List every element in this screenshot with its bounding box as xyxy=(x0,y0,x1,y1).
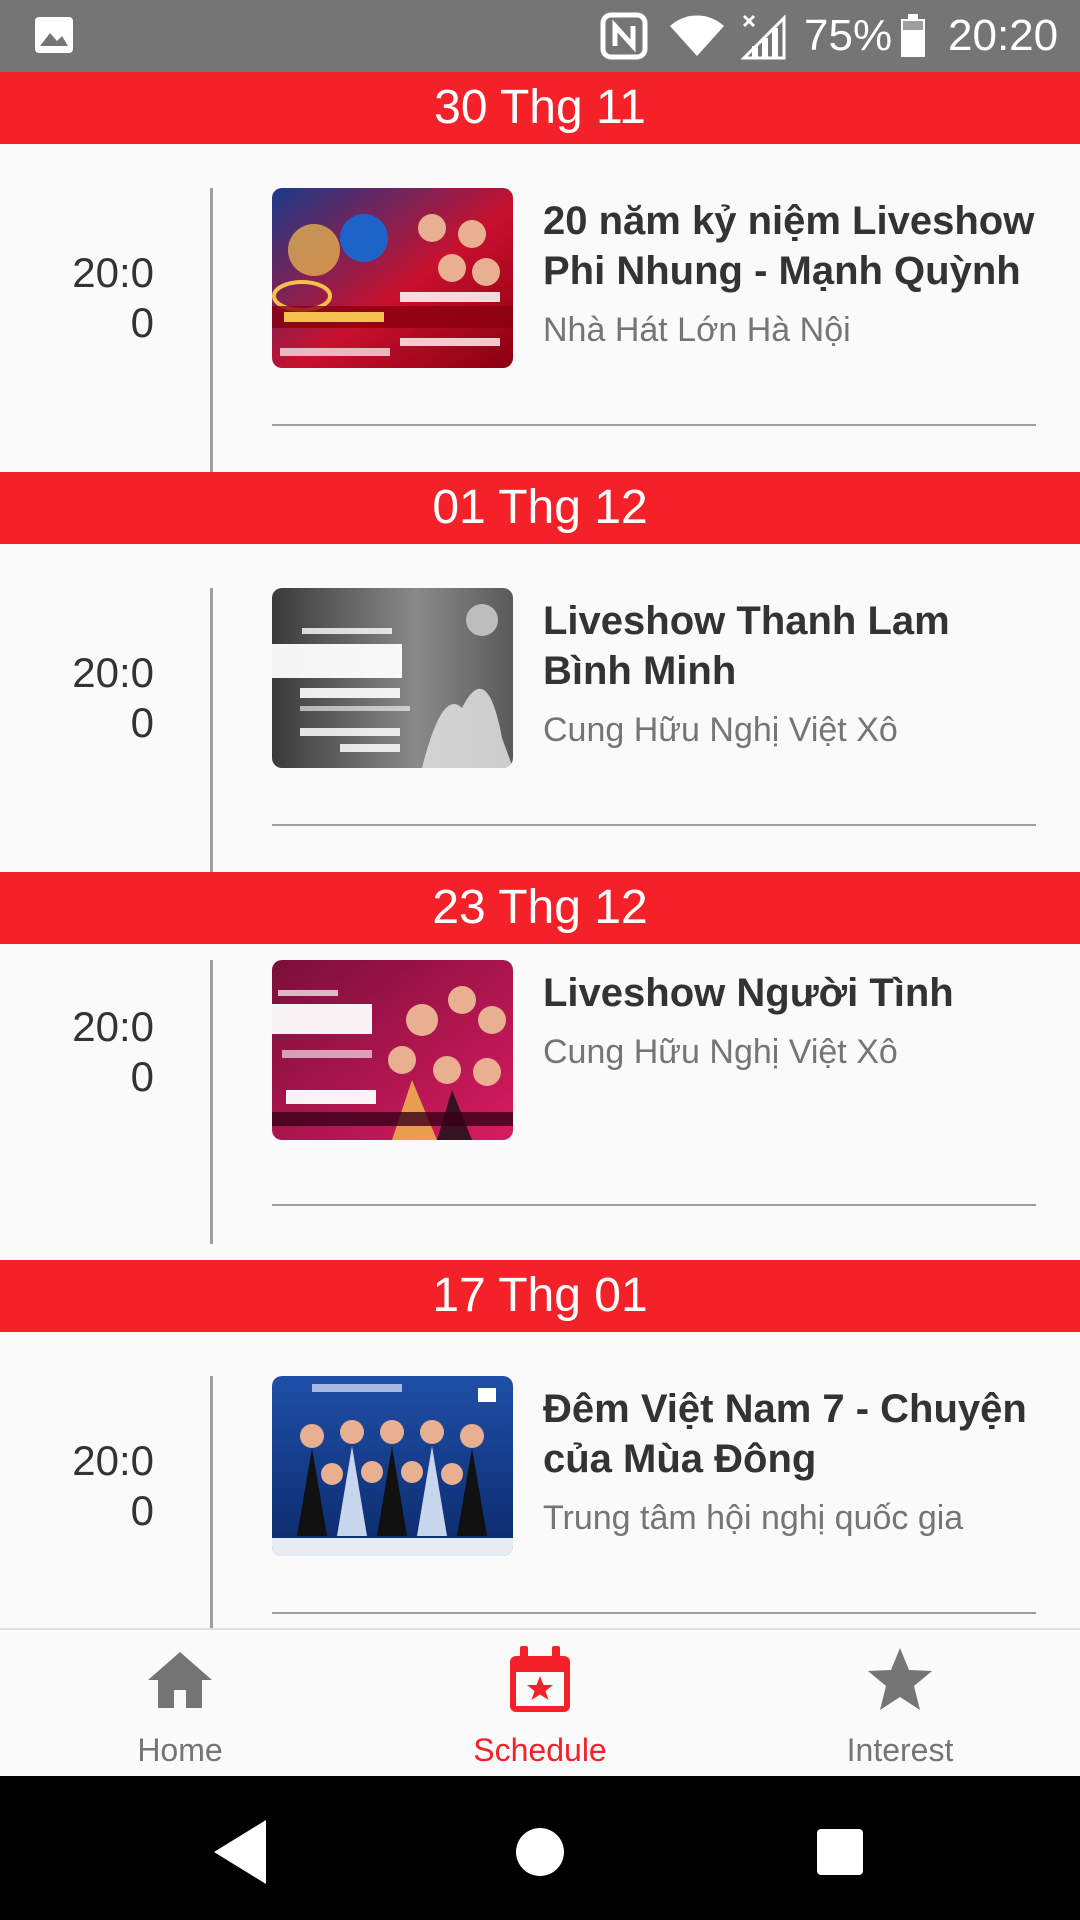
recents-icon[interactable] xyxy=(800,1812,880,1892)
event-poster[interactable] xyxy=(272,588,513,768)
divider xyxy=(272,424,1036,426)
bottom-navigation: Home Schedule Interest xyxy=(0,1628,1080,1776)
event-item[interactable]: 20:0 0 xyxy=(0,1332,1080,1628)
clock: 20:20 xyxy=(948,11,1059,60)
nav-interest[interactable]: Interest xyxy=(720,1630,1080,1778)
timeline-line xyxy=(210,188,213,472)
calendar-star-icon xyxy=(510,1646,570,1712)
back-icon[interactable] xyxy=(200,1812,280,1892)
divider xyxy=(272,824,1036,826)
event-title: Liveshow Thanh Lam Bình Minh xyxy=(543,599,950,693)
date-header: 23 Thg 12 xyxy=(0,872,1080,944)
date-header: 17 Thg 01 xyxy=(0,1260,1080,1332)
event-poster[interactable] xyxy=(272,1376,513,1556)
battery-percent: 75% xyxy=(804,11,893,60)
timeline-line xyxy=(210,1376,213,1628)
event-venue: Trung tâm hội nghị quốc gia xyxy=(543,1499,964,1537)
event-item[interactable]: 20:0 0 xyxy=(0,144,1080,472)
star-icon xyxy=(868,1648,932,1710)
nav-home-label: Home xyxy=(137,1732,223,1768)
date-header: 30 Thg 11 xyxy=(0,72,1080,144)
timeline-line xyxy=(210,960,213,1244)
event-venue: Cung Hữu Nghị Việt Xô xyxy=(543,1033,898,1071)
event-time: 20:0 0 xyxy=(72,1003,154,1100)
nav-schedule[interactable]: Schedule xyxy=(360,1630,720,1778)
event-item[interactable]: 20:0 0 Liveshow Thanh Lam Bình Minh Cung… xyxy=(0,544,1080,872)
signal-icon xyxy=(740,14,786,60)
event-venue: Nhà Hát Lớn Hà Nội xyxy=(543,311,851,349)
event-time: 20:0 0 xyxy=(72,249,154,346)
event-title: 20 năm kỷ niệm Liveshow Phi Nhung - Mạnh… xyxy=(543,199,1035,293)
divider xyxy=(272,1204,1036,1206)
event-poster[interactable] xyxy=(272,188,513,368)
event-time: 20:0 0 xyxy=(72,1437,154,1534)
event-venue: Cung Hữu Nghị Việt Xô xyxy=(543,711,898,749)
date-header: 01 Thg 12 xyxy=(0,472,1080,544)
schedule-list[interactable]: 30 Thg 11 20:0 0 20 năm kỷ niệm Liveshow… xyxy=(0,72,1080,1628)
gallery-notification-icon xyxy=(35,17,73,53)
event-title: Đêm Việt Nam 7 - Chuyện của Mùa Đông xyxy=(543,1387,1027,1481)
home-icon xyxy=(148,1652,212,1708)
status-bar: 75% 20:20 xyxy=(0,0,1080,72)
nav-schedule-label: Schedule xyxy=(473,1732,607,1768)
event-poster[interactable] xyxy=(272,960,513,1140)
timeline-line xyxy=(210,588,213,872)
event-title: Liveshow Người Tình xyxy=(543,971,954,1015)
home-circle-icon[interactable] xyxy=(500,1812,580,1892)
event-time: 20:0 0 xyxy=(72,649,154,746)
battery-icon xyxy=(901,14,925,57)
nav-home[interactable]: Home xyxy=(0,1630,360,1778)
divider xyxy=(272,1612,1036,1614)
event-item[interactable]: 20:0 0 xyxy=(0,944,1080,1272)
nav-interest-label: Interest xyxy=(846,1732,954,1768)
system-navigation-bar xyxy=(0,1776,1080,1920)
wifi-icon xyxy=(670,15,724,56)
nfc-icon xyxy=(600,12,648,60)
